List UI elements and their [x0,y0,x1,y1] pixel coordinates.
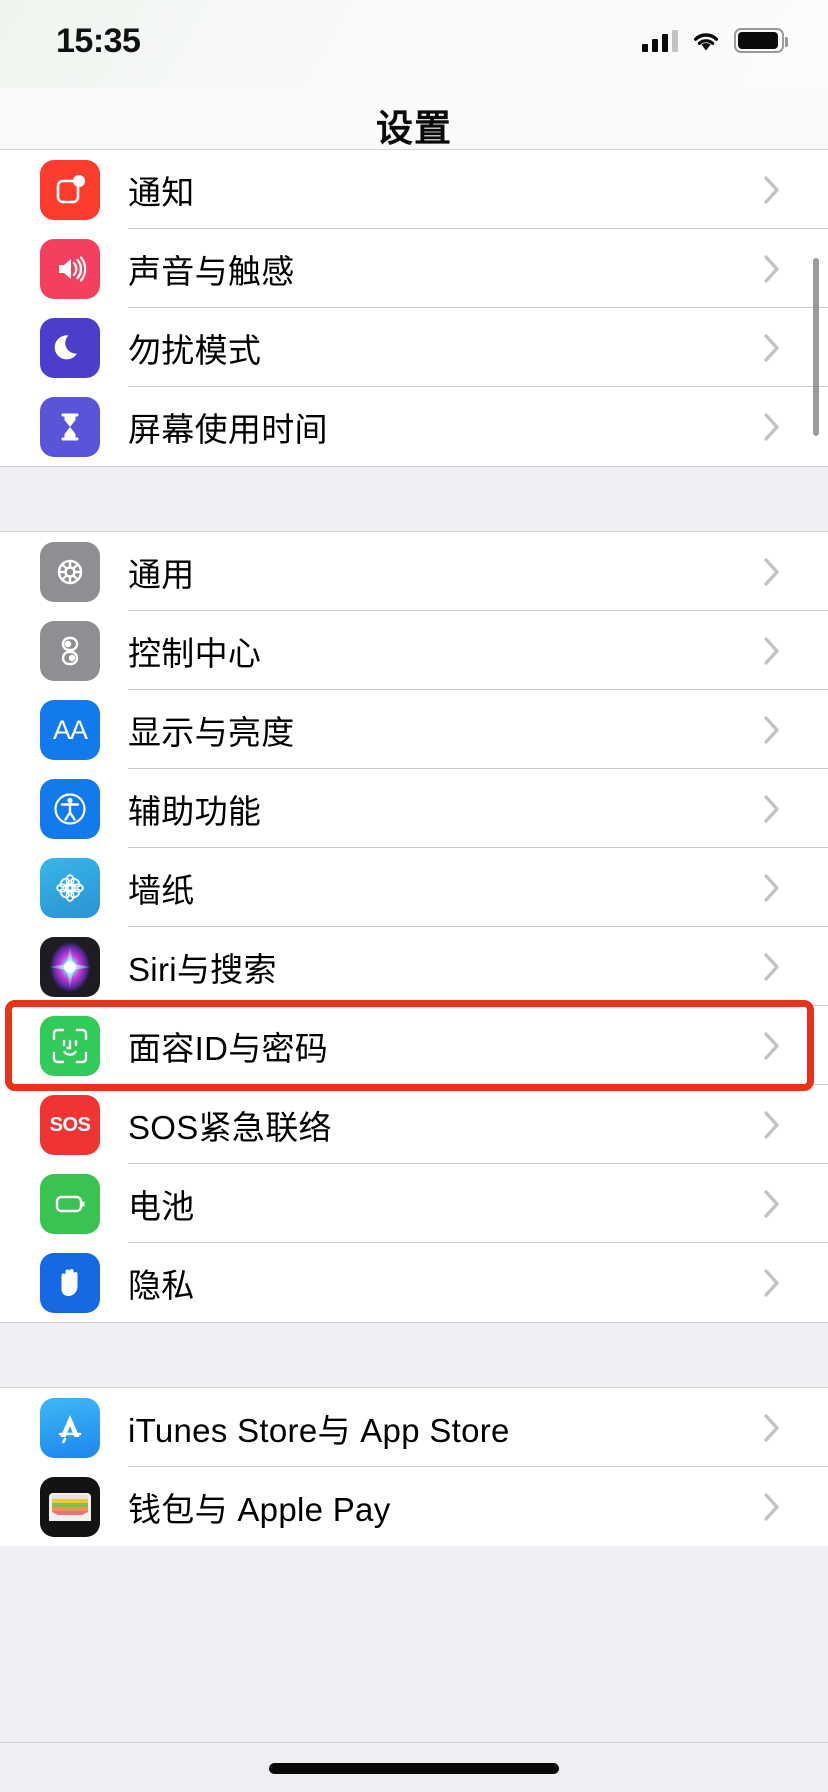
status-bar: 15:35 [0,0,828,88]
display-brightness-aa-icon: AA [40,700,100,760]
settings-row-control-center[interactable]: 控制中心 [0,611,828,690]
battery-icon [734,28,788,53]
emergency-sos-icon: SOS [40,1095,100,1155]
settings-row-siri-search[interactable]: Siri与搜索 [0,927,828,1006]
chevron-right-icon [764,1492,780,1521]
settings-row-battery[interactable]: 电池 [0,1164,828,1243]
wallet-apple-pay-icon [40,1477,100,1537]
settings-row-wallpaper[interactable]: 墙纸 [0,848,828,927]
settings-row-label: 电池 [128,1187,195,1225]
control-center-toggles-icon [40,621,100,681]
chevron-right-icon [764,175,780,204]
chevron-right-icon [764,952,780,981]
settings-row-label: 墙纸 [128,871,195,909]
settings-row-label: 钱包与 Apple Pay [128,1490,391,1528]
home-indicator-area [0,1742,828,1792]
wifi-icon [693,32,719,50]
settings-row-label: Siri与搜索 [128,950,277,988]
privacy-hand-icon [40,1253,100,1313]
settings-row-label: SOS紧急联络 [128,1108,332,1146]
battery-settings-icon [40,1174,100,1234]
iphone-settings-screen: 15:35 设置 通知 声音与触感 勿扰模式 屏幕使用时间 通用 控制中心 AA… [0,0,828,1792]
chevron-right-icon [764,1268,780,1297]
status-bar-indicators [642,28,788,53]
settings-group-notifications: 通知 声音与触感 勿扰模式 屏幕使用时间 [0,150,828,466]
general-gear-icon [40,542,100,602]
navigation-bar: 设置 [0,88,828,150]
status-bar-clock: 15:35 [56,22,141,60]
screen-time-hourglass-icon [40,397,100,457]
settings-row-face-id-passcode[interactable]: 面容ID与密码 [0,1000,828,1091]
siri-orb-icon [40,937,100,997]
nav-divider [0,149,828,150]
highlight-annotation-box [5,1000,814,1091]
settings-row-label: 辅助功能 [128,792,262,830]
page-title: 设置 [376,108,452,149]
app-store-icon [40,1398,100,1458]
sounds-haptics-icon [40,239,100,299]
notifications-icon [40,160,100,220]
settings-row-label: 隐私 [128,1266,195,1304]
settings-row-label: 屏幕使用时间 [128,410,328,448]
chevron-right-icon [764,1413,780,1442]
settings-row-emergency-sos[interactable]: SOS SOS紧急联络 [0,1085,828,1164]
settings-row-display-brightness[interactable]: AA 显示与亮度 [0,690,828,769]
wallpaper-flower-icon [40,858,100,918]
settings-row-screen-time[interactable]: 屏幕使用时间 [0,387,828,466]
chevron-right-icon [764,333,780,362]
settings-row-label: iTunes Store与 App Store [128,1411,510,1449]
settings-row-do-not-disturb[interactable]: 勿扰模式 [0,308,828,387]
face-id-icon [40,1016,100,1076]
group-gap-2 [0,1322,828,1388]
home-indicator-bar[interactable] [269,1763,559,1774]
group-gap-1 [0,466,828,532]
chevron-right-icon [764,1189,780,1218]
chevron-right-icon [764,1031,780,1060]
settings-group-system: 通用 控制中心 AA 显示与亮度 辅助功能 墙纸 Siri与搜索 面容ID与密码… [0,532,828,1322]
settings-row-label: 面容ID与密码 [128,1029,329,1067]
settings-group-stores: iTunes Store与 App Store 钱包与 Apple Pay [0,1388,828,1546]
cellular-signal-icon [642,29,678,52]
chevron-right-icon [764,794,780,823]
sos-glyph: SOS [49,1113,91,1136]
settings-row-label: 显示与亮度 [128,713,295,751]
chevron-right-icon [764,715,780,744]
accessibility-icon [40,779,100,839]
settings-row-wallet-apple-pay[interactable]: 钱包与 Apple Pay [0,1467,828,1546]
chevron-right-icon [764,636,780,665]
settings-row-label: 勿扰模式 [128,331,262,369]
chevron-right-icon [764,254,780,283]
settings-row-accessibility[interactable]: 辅助功能 [0,769,828,848]
settings-row-itunes-app-store[interactable]: iTunes Store与 App Store [0,1388,828,1467]
settings-row-general[interactable]: 通用 [0,532,828,611]
chevron-right-icon [764,873,780,902]
settings-row-label: 通用 [128,555,195,593]
settings-row-privacy[interactable]: 隐私 [0,1243,828,1322]
settings-row-notifications[interactable]: 通知 [0,150,828,229]
aa-glyph: AA [52,714,88,745]
chevron-right-icon [764,412,780,441]
settings-row-label: 通知 [128,173,195,211]
chevron-right-icon [764,1110,780,1139]
settings-row-sounds-haptics[interactable]: 声音与触感 [0,229,828,308]
settings-list[interactable]: 通知 声音与触感 勿扰模式 屏幕使用时间 通用 控制中心 AA 显示与亮度 辅助… [0,150,828,1742]
settings-row-label: 控制中心 [128,634,262,672]
scroll-indicator[interactable] [813,258,819,436]
do-not-disturb-moon-icon [40,318,100,378]
settings-row-label: 声音与触感 [128,252,295,290]
chevron-right-icon [764,557,780,586]
